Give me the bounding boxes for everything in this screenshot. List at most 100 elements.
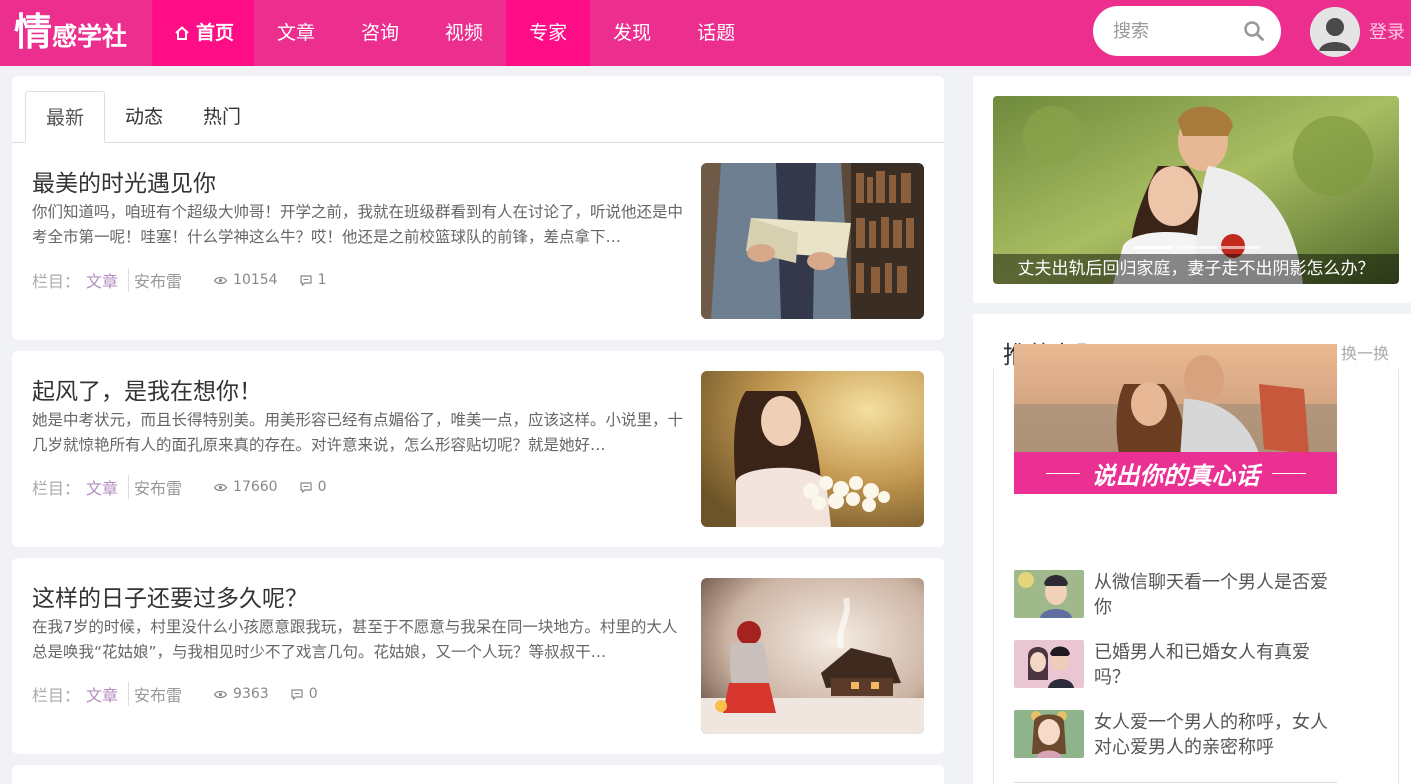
topic-thumbnail <box>1014 570 1084 618</box>
article-thumbnail[interactable] <box>701 163 924 319</box>
category-link[interactable]: 文章 <box>86 268 118 292</box>
login-link[interactable]: 登录 <box>1369 18 1405 44</box>
comment-number: 0 <box>308 686 318 702</box>
eye-icon <box>214 690 228 698</box>
article-meta: 栏目： 文章 安布雷 9363 0 <box>32 682 318 706</box>
nav-topics[interactable]: 话题 <box>674 0 758 66</box>
banner-text: 说出你的真心话 <box>1091 461 1260 490</box>
topic-image <box>1014 570 1084 618</box>
article-card-partial <box>12 765 944 784</box>
tab-latest[interactable]: 最新 <box>25 91 106 143</box>
slider-dot[interactable] <box>1221 246 1261 249</box>
comment-count: 0 <box>299 479 327 495</box>
category-label: 栏目： <box>32 272 81 291</box>
comment-count: 0 <box>291 686 318 702</box>
site-logo[interactable]: 情 感学社 <box>14 8 127 56</box>
topic-title: 女人爱一个男人的称呼，女人对心爱男人的亲密称呼 <box>1094 712 1328 758</box>
banner-dash <box>1045 472 1080 474</box>
topic-thumbnail <box>1014 710 1084 758</box>
banner-caption-bar: 说出你的真心话 <box>1014 452 1337 494</box>
comment-icon <box>291 688 303 700</box>
view-count: 17660 <box>214 479 278 495</box>
top-header: 情 感学社 首页 文章 咨询 视频 专家 发现 话题 登录 <box>0 0 1411 66</box>
divider <box>128 682 130 706</box>
slider-caption[interactable]: 丈夫出轨后回归家庭，妻子走不出阴影怎么办？ <box>993 254 1399 284</box>
tab-activity[interactable]: 动态 <box>105 91 183 143</box>
avatar[interactable] <box>1310 7 1360 57</box>
topic-title: 从微信聊天看一个男人是否爱你 <box>1094 572 1328 618</box>
comment-number: 0 <box>317 479 327 495</box>
refresh-label: 换一换 <box>1340 344 1389 363</box>
divider <box>128 268 130 292</box>
topic-item[interactable]: 从微信聊天看一个男人是否爱你 <box>1014 570 1344 620</box>
main-nav: 首页 文章 咨询 视频 专家 发现 话题 <box>152 0 758 66</box>
article-thumbnail[interactable] <box>701 578 924 734</box>
comment-number: 1 <box>317 272 327 288</box>
tab-hot[interactable]: 热门 <box>183 91 261 143</box>
slider-card: 丈夫出轨后回归家庭，妻子走不出阴影怎么办？ <box>973 76 1411 303</box>
content-tabs: 最新 动态 热门 <box>12 76 944 143</box>
nav-video[interactable]: 视频 <box>422 0 506 66</box>
home-icon <box>175 26 189 40</box>
divider <box>128 475 130 499</box>
view-number: 9363 <box>233 686 269 702</box>
recommended-topics-card: 推荐专题 换一换 说出你的真心话 从微信聊天看一个男人是否爱你 <box>973 314 1411 784</box>
view-count: 10154 <box>214 272 278 288</box>
topic-item[interactable]: 女人爱一个男人的称呼，女人对心爱男人的亲密称呼 <box>1014 710 1344 760</box>
author-name[interactable]: 安布雷 <box>134 475 182 499</box>
search-box <box>1093 6 1281 56</box>
snow-cottage-image <box>701 578 924 734</box>
category-link[interactable]: 文章 <box>86 682 118 706</box>
article-excerpt: 你们知道吗，咱班有个超级大帅哥！开学之前，我就在班级群看到有人在讨论了，听说他还… <box>32 203 684 246</box>
article-card: 这样的日子还要过多久呢？ 在我7岁的时候，村里没什么小孩愿意跟我玩，甚至于不愿意… <box>12 558 944 754</box>
view-count: 9363 <box>214 686 269 702</box>
eye-icon <box>214 483 228 491</box>
article-title[interactable]: 最美的时光遇见你 <box>32 164 216 198</box>
article-meta: 栏目： 文章 安布雷 10154 1 <box>32 268 327 292</box>
slider-dot[interactable] <box>1177 246 1217 249</box>
nav-discover[interactable]: 发现 <box>590 0 674 66</box>
article-meta: 栏目： 文章 安布雷 17660 0 <box>32 475 327 499</box>
topic-banner[interactable]: 说出你的真心话 <box>1014 344 1337 494</box>
reading-man-image <box>701 163 924 319</box>
slider-dots <box>1133 246 1261 249</box>
slider-dot[interactable] <box>1133 246 1173 249</box>
article-card: 起风了，是我在想你！ 她是中考状元，而且长得特别美。用美形容已经有点媚俗了，唯美… <box>12 351 944 547</box>
topic-item[interactable]: 已婚男人和已婚女人有真爱吗？ <box>1014 640 1344 690</box>
nav-consult[interactable]: 咨询 <box>338 0 422 66</box>
topic-title: 已婚男人和已婚女人有真爱吗？ <box>1094 642 1310 688</box>
logo-text: 感学社 <box>52 22 128 51</box>
comment-icon <box>299 274 312 286</box>
topic-image <box>1014 710 1084 758</box>
article-thumbnail[interactable] <box>701 371 924 527</box>
topics-bottom-rule <box>1014 782 1337 783</box>
comment-icon <box>299 481 312 493</box>
author-name[interactable]: 安布雷 <box>134 682 182 706</box>
search-input[interactable] <box>1113 20 1233 42</box>
latest-card: 最新 动态 热门 最美的时光遇见你 你们知道吗，咱班有个超级大帅哥！开学之前，我… <box>12 76 944 340</box>
nav-home[interactable]: 首页 <box>152 0 255 66</box>
view-number: 10154 <box>233 272 278 288</box>
category-label: 栏目： <box>32 686 81 705</box>
article-title[interactable]: 起风了，是我在想你！ <box>32 372 262 406</box>
article-excerpt: 在我7岁的时候，村里没什么小孩愿意跟我玩，甚至于不愿意与我呆在同一块地方。村里的… <box>32 618 678 661</box>
category-label: 栏目： <box>32 479 81 498</box>
girl-with-flowers-image <box>701 371 924 527</box>
search-icon[interactable] <box>1243 20 1265 42</box>
nav-label: 首页 <box>196 22 235 44</box>
banner-dash <box>1271 472 1306 474</box>
author-name[interactable]: 安布雷 <box>134 268 182 292</box>
nav-experts[interactable]: 专家 <box>506 0 591 66</box>
hero-slider[interactable]: 丈夫出轨后回归家庭，妻子走不出阴影怎么办？ <box>993 96 1399 284</box>
nav-articles[interactable]: 文章 <box>254 0 338 66</box>
article-excerpt: 她是中考状元，而且长得特别美。用美形容已经有点媚俗了，唯美一点，应该这样。小说里… <box>32 411 684 454</box>
comment-count: 1 <box>299 272 327 288</box>
logo-char: 情 <box>14 10 53 54</box>
view-number: 17660 <box>233 479 278 495</box>
topic-thumbnail <box>1014 640 1084 688</box>
eye-icon <box>214 276 228 284</box>
topic-image <box>1014 640 1084 688</box>
article-title[interactable]: 这样的日子还要过多久呢？ <box>32 579 308 613</box>
category-link[interactable]: 文章 <box>86 475 118 499</box>
user-avatar-icon <box>1310 7 1360 57</box>
